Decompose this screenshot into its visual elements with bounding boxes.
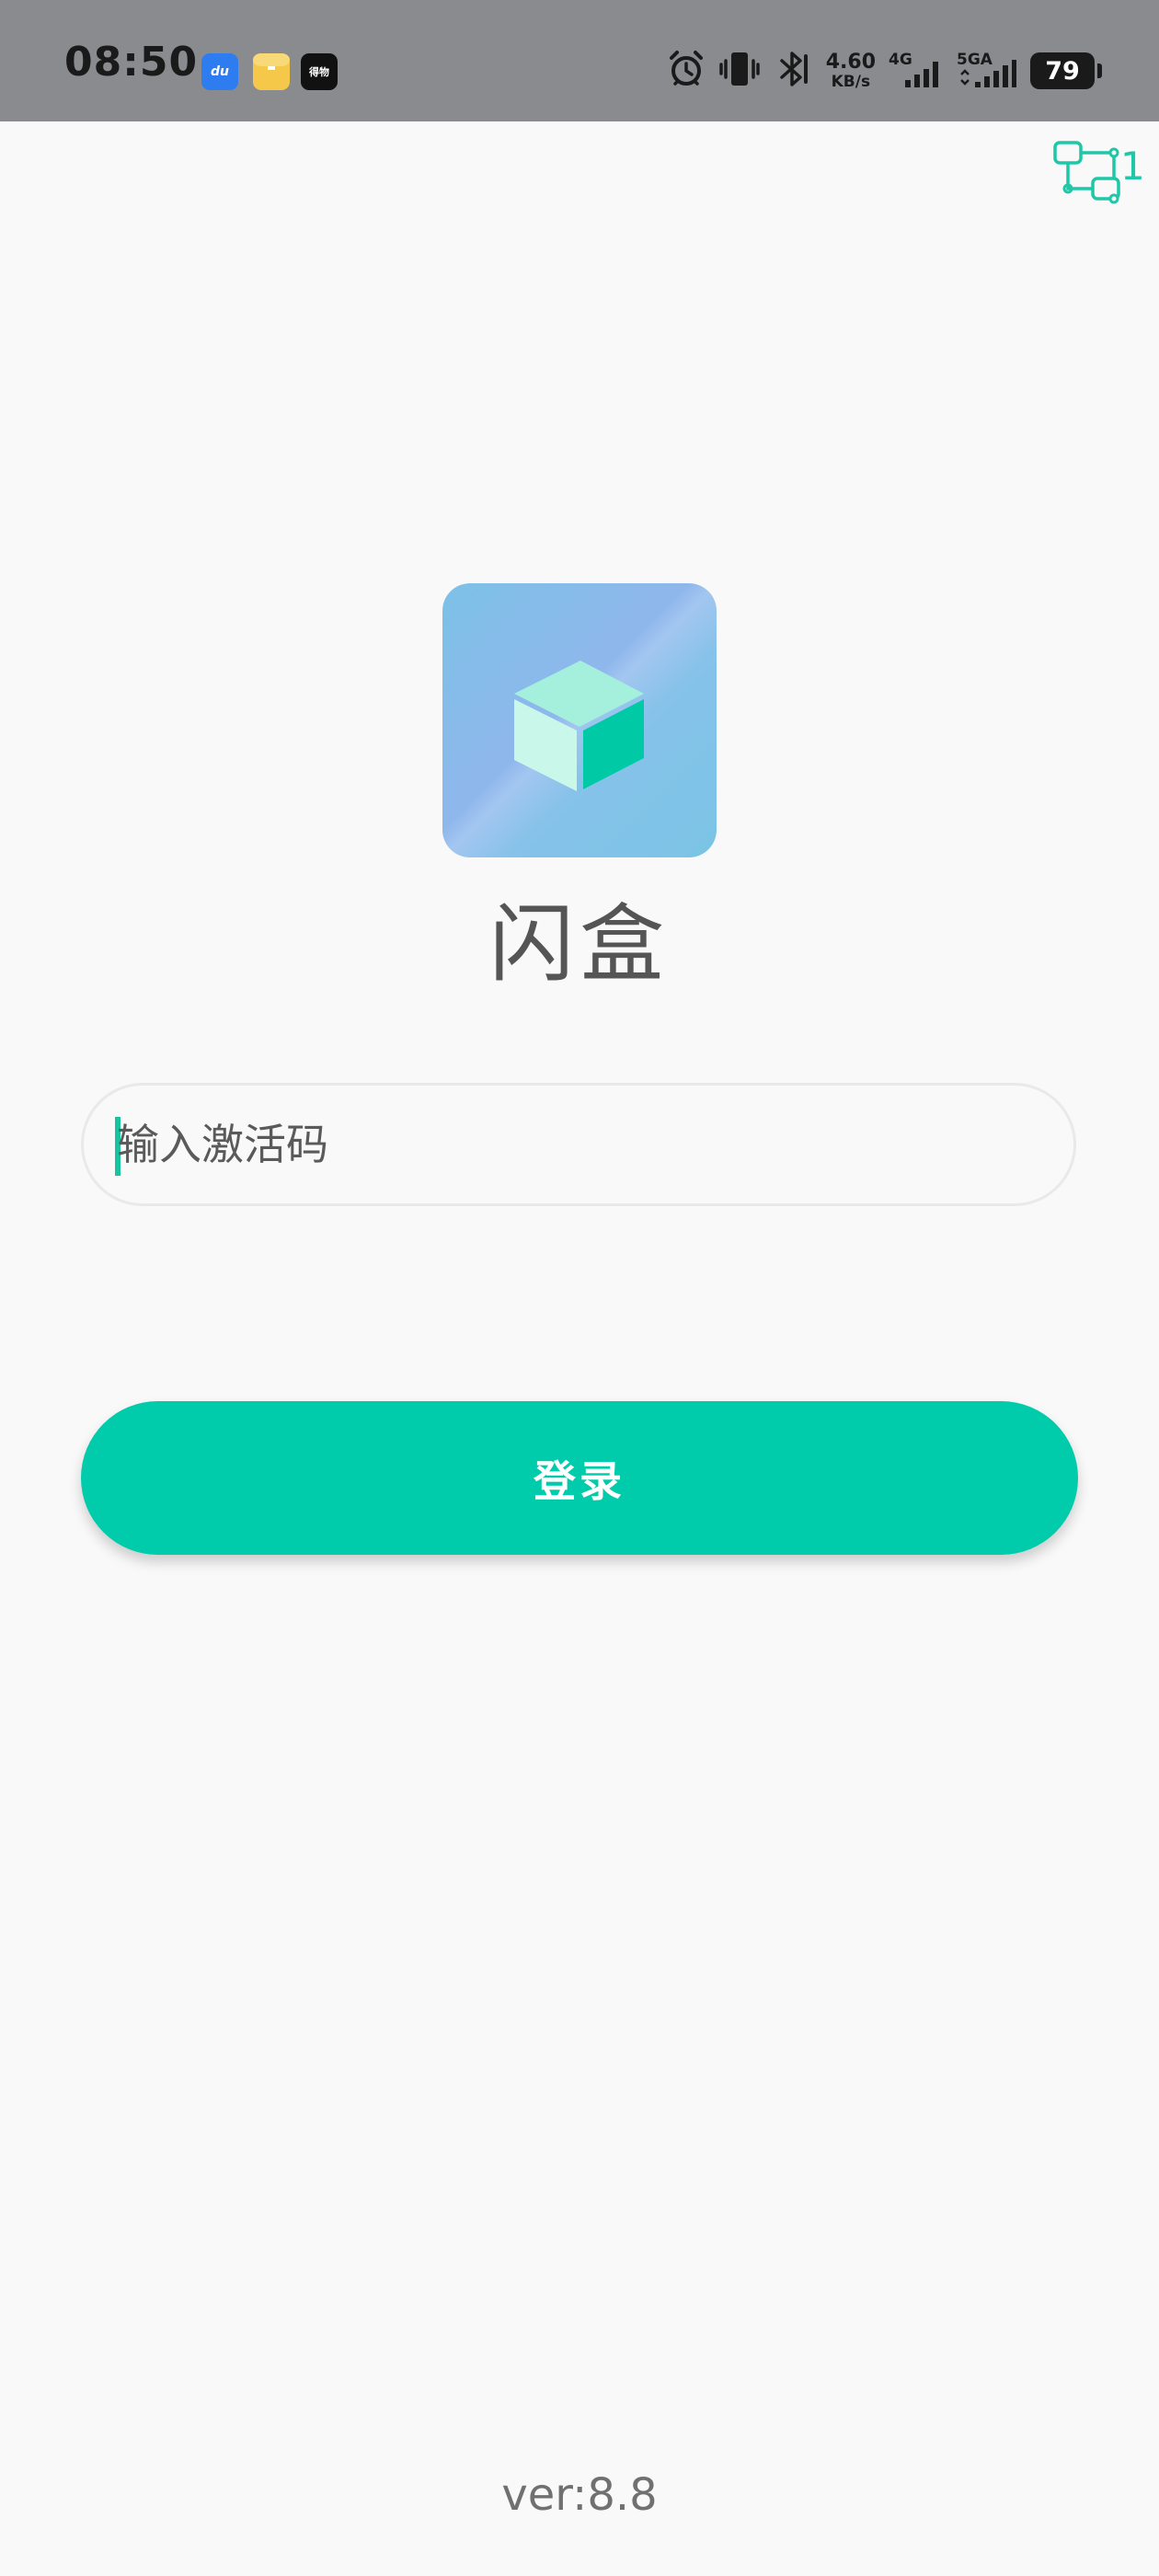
app-title: 闪盒 xyxy=(488,895,670,994)
alarm-icon xyxy=(666,49,706,93)
cube-icon xyxy=(514,661,644,791)
status-bar: 08:50 du 得物 4.60 KB/s 4G 5GA 79 xyxy=(0,0,1159,121)
battery-indicator: 79 xyxy=(1030,52,1102,89)
network-speed-unit: KB/s xyxy=(831,72,871,91)
app-logo xyxy=(442,583,717,857)
version-label: ver:8.8 xyxy=(501,2469,658,2521)
bluetooth-icon xyxy=(773,49,813,93)
sim2-signal: 5GA xyxy=(957,51,1017,91)
baidu-netdisk-icon: du xyxy=(201,53,238,90)
network-speed: 4.60 KB/s xyxy=(826,52,876,90)
network-speed-value: 4.60 xyxy=(825,50,876,74)
activation-code-input[interactable] xyxy=(117,1086,1037,1203)
dewu-icon: 得物 xyxy=(301,53,338,90)
login-button[interactable]: 登录 xyxy=(81,1401,1078,1555)
dewu-glyph: 得物 xyxy=(309,66,329,78)
sim1-signal: 4G xyxy=(889,51,944,91)
status-right-group: 4.60 KB/s 4G 5GA 79 xyxy=(666,48,1102,94)
activation-code-field[interactable] xyxy=(81,1083,1076,1206)
notes-icon xyxy=(253,53,290,90)
baidu-glyph: du xyxy=(211,64,229,79)
status-time: 08:50 xyxy=(64,39,199,86)
connection-count: 1 xyxy=(1120,144,1145,189)
vibrate-icon xyxy=(718,49,760,93)
